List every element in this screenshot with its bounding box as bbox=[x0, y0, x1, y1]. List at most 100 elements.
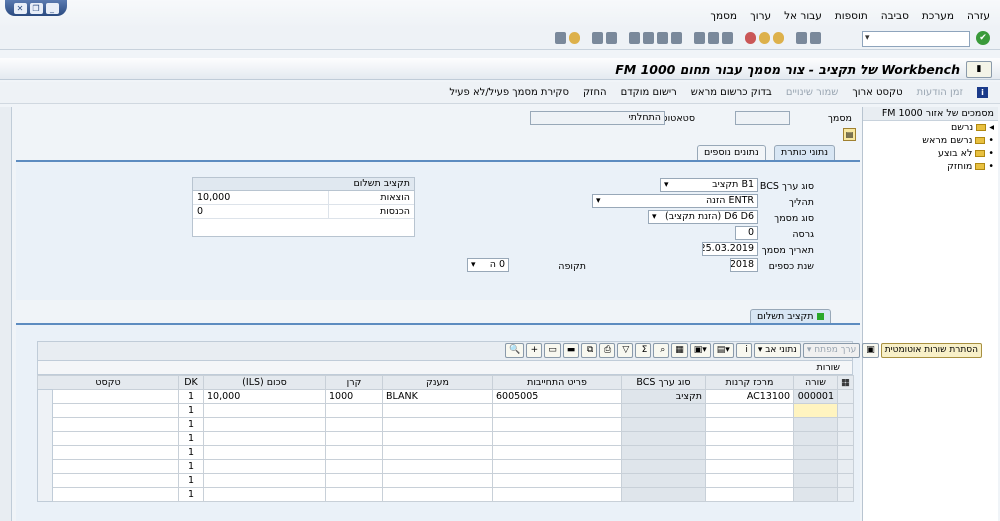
print-icon[interactable] bbox=[722, 32, 733, 44]
cell-מרכז-קרנות[interactable] bbox=[705, 473, 794, 488]
row-selector[interactable] bbox=[837, 459, 854, 474]
cell-שורה[interactable] bbox=[793, 473, 838, 488]
process-dropdown[interactable]: ENTR הזנה bbox=[592, 194, 758, 208]
cell-מרכז-קרנות[interactable]: AC13100 bbox=[705, 389, 794, 404]
cell-קרן[interactable] bbox=[325, 487, 383, 502]
grid-vertical-scrollbar[interactable] bbox=[37, 389, 53, 502]
document-type-dropdown[interactable]: D6 D6 (הזנת תקציב) bbox=[648, 210, 758, 224]
row-selector[interactable] bbox=[837, 403, 854, 418]
cell-שורה[interactable] bbox=[793, 417, 838, 432]
cell-סוג-ערך-BCS[interactable] bbox=[621, 403, 706, 418]
cell-קרן[interactable] bbox=[325, 473, 383, 488]
cell-טקסט[interactable] bbox=[37, 459, 179, 474]
document-icon[interactable]: ▤ bbox=[843, 128, 856, 141]
restore-icon[interactable]: ❐ bbox=[29, 2, 43, 14]
tree-node-held[interactable]: • מוחזק bbox=[863, 160, 998, 173]
left-splitter[interactable] bbox=[0, 107, 12, 521]
cell-DK[interactable]: 1 bbox=[178, 389, 204, 404]
sum-button[interactable]: Σ bbox=[635, 343, 652, 358]
cell-סכום-(ILS)[interactable] bbox=[203, 417, 326, 432]
cell-מענק[interactable] bbox=[382, 417, 493, 432]
menu-help[interactable]: עזרה bbox=[967, 10, 990, 22]
play-icon[interactable] bbox=[810, 32, 821, 44]
find-next-icon[interactable] bbox=[694, 32, 705, 44]
print-button[interactable]: ⎙ bbox=[599, 343, 616, 358]
row-selector[interactable] bbox=[837, 487, 854, 502]
toggle-document-button[interactable]: סקירת מסמך פעיל/לא פעיל bbox=[449, 87, 569, 98]
back-icon[interactable] bbox=[773, 32, 784, 44]
col-text[interactable]: טקסט bbox=[37, 375, 179, 390]
cell-מרכז-קרנות[interactable] bbox=[705, 431, 794, 446]
tab-header-data[interactable]: נתוני כותרת bbox=[774, 145, 836, 160]
cell-קרן[interactable] bbox=[325, 445, 383, 460]
find-button[interactable]: ⌕ bbox=[653, 343, 670, 358]
cell-קרן[interactable] bbox=[325, 459, 383, 474]
cancel-icon[interactable] bbox=[745, 32, 756, 44]
cell-פריט-התחייבות[interactable] bbox=[492, 403, 622, 418]
delete-row-button[interactable]: ▬ bbox=[562, 343, 580, 358]
menu-environment[interactable]: סביבה bbox=[881, 10, 909, 22]
cell-סכום-(ILS)[interactable] bbox=[203, 431, 326, 446]
period-dropdown[interactable]: 0 ה bbox=[467, 258, 509, 272]
cell-פריט-התחייבות[interactable] bbox=[492, 445, 622, 460]
cell-DK[interactable]: 1 bbox=[178, 473, 204, 488]
cell-שורה[interactable] bbox=[793, 487, 838, 502]
row-selector[interactable] bbox=[837, 417, 854, 432]
cell-סוג-ערך-BCS[interactable] bbox=[621, 417, 706, 432]
cell-סכום-(ILS)[interactable]: 10,000 bbox=[203, 389, 326, 404]
cell-מענק[interactable] bbox=[382, 445, 493, 460]
tree-node-preposted[interactable]: • נרשם מראש bbox=[863, 134, 998, 147]
cell-טקסט[interactable] bbox=[37, 445, 179, 460]
col-fund[interactable]: קרן bbox=[325, 375, 383, 390]
cell-קרן[interactable] bbox=[325, 431, 383, 446]
cell-מרכז-קרנות[interactable] bbox=[705, 487, 794, 502]
menu-edit[interactable]: ערוך bbox=[750, 10, 771, 22]
cell-שורה[interactable]: 000001 bbox=[793, 389, 838, 404]
cell-סכום-(ILS)[interactable] bbox=[203, 487, 326, 502]
select-all-icon[interactable]: ▦ bbox=[837, 375, 854, 390]
menu-extras[interactable]: תוספות bbox=[835, 10, 868, 22]
row-selector[interactable] bbox=[837, 473, 854, 488]
cell-סכום-(ILS)[interactable] bbox=[203, 445, 326, 460]
document-date-field[interactable]: 25.03.2019 bbox=[702, 242, 758, 256]
tab-additional-data[interactable]: נתונים נוספים bbox=[697, 145, 766, 160]
cell-סוג-ערך-BCS[interactable] bbox=[621, 459, 706, 474]
cell-מענק[interactable] bbox=[382, 403, 493, 418]
cell-סוג-ערך-BCS[interactable]: תקציב bbox=[621, 389, 706, 404]
cell-טקסט[interactable] bbox=[37, 417, 179, 432]
cell-קרן[interactable]: 1000 bbox=[325, 389, 383, 404]
exit-icon[interactable] bbox=[759, 32, 770, 44]
tree-node-posted[interactable]: ◂ נרשם bbox=[863, 121, 998, 134]
cell-שורה[interactable] bbox=[793, 403, 838, 418]
cell-קרן[interactable] bbox=[325, 403, 383, 418]
info-button[interactable]: i bbox=[735, 343, 752, 358]
close-icon[interactable]: ✕ bbox=[13, 2, 27, 14]
help-icon[interactable] bbox=[569, 32, 580, 44]
tree-toggle-button[interactable]: ▮ bbox=[966, 61, 992, 78]
cell-טקסט[interactable] bbox=[37, 473, 179, 488]
cell-סוג-ערך-BCS[interactable] bbox=[621, 431, 706, 446]
menu-system[interactable]: מערכת bbox=[922, 10, 954, 22]
cell-סכום-(ILS)[interactable] bbox=[203, 459, 326, 474]
fiscal-year-field[interactable]: 2018 bbox=[730, 258, 758, 272]
post-preliminary-button[interactable]: רישום מוקדם bbox=[621, 87, 677, 98]
cell-DK[interactable]: 1 bbox=[178, 445, 204, 460]
cell-סכום-(ILS)[interactable] bbox=[203, 403, 326, 418]
cell-פריט-התחייבות[interactable] bbox=[492, 459, 622, 474]
cell-פריט-התחייבות[interactable]: 6005005 bbox=[492, 389, 622, 404]
cell-שורה[interactable] bbox=[793, 459, 838, 474]
cell-DK[interactable]: 1 bbox=[178, 417, 204, 432]
col-dk[interactable]: DK bbox=[178, 375, 204, 390]
cell-פריט-התחייבות[interactable] bbox=[492, 431, 622, 446]
cell-פריט-התחייבות[interactable] bbox=[492, 487, 622, 502]
command-field[interactable] bbox=[862, 31, 970, 47]
cell-סוג-ערך-BCS[interactable] bbox=[621, 473, 706, 488]
cell-מענק[interactable] bbox=[382, 473, 493, 488]
hold-button[interactable]: החזק bbox=[583, 87, 607, 98]
details-button[interactable]: 🔍 bbox=[505, 343, 525, 358]
hide-auto-rows-button[interactable]: הסתרת שורות אוטומטית bbox=[880, 343, 982, 358]
cell-סכום-(ILS)[interactable] bbox=[203, 473, 326, 488]
tab-payment-budget[interactable]: תקציב תשלום bbox=[750, 309, 831, 324]
row-selector[interactable] bbox=[837, 389, 854, 404]
col-amount[interactable]: סכום (ILS) bbox=[203, 375, 326, 390]
